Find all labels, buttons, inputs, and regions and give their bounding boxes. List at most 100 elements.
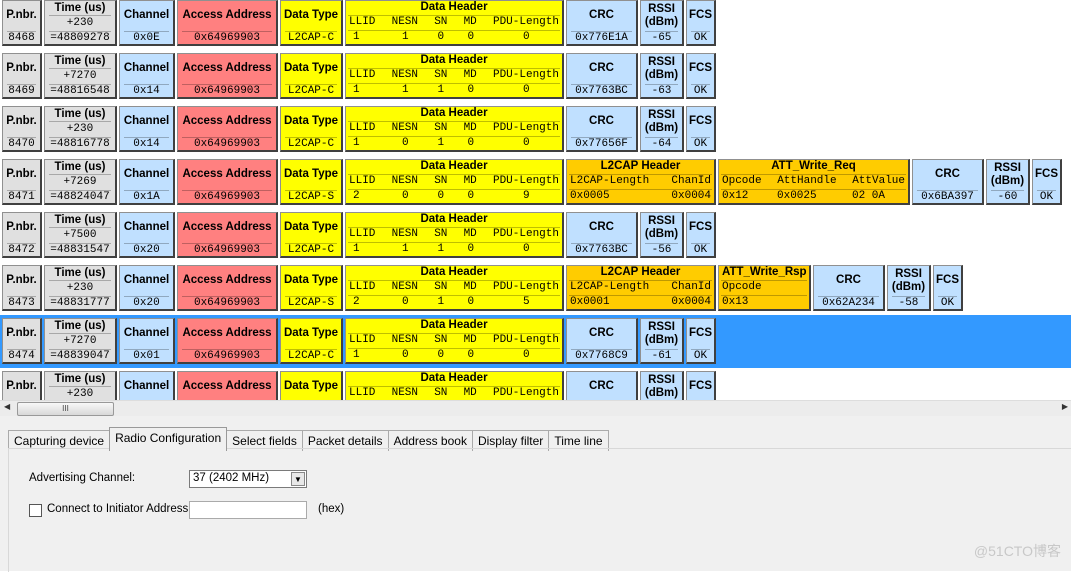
time-cell[interactable]: Time (us) +230 =48831777: [44, 265, 117, 311]
data-type-cell[interactable]: Data Type L2CAP-C: [280, 212, 343, 258]
crc-cell[interactable]: CRC 0x776E1A: [566, 0, 638, 46]
rssi-cell[interactable]: RSSI (dBm) -56: [640, 212, 684, 258]
data-type-cell[interactable]: Data Type L2CAP-C: [280, 318, 343, 364]
horizontal-scrollbar[interactable]: ◀ III ▶: [0, 400, 1071, 416]
initiator-address-input[interactable]: [189, 501, 307, 519]
data-header-cell[interactable]: Data Header LLID NESN SN MD PDU-Length 1 1 0 0 0: [345, 0, 564, 46]
fcs-cell[interactable]: FCS: [686, 371, 716, 400]
packet-row[interactable]: P.nbr. 8472 Time (us) +7500 =48831547 Channel…: [0, 209, 1071, 262]
data-type-cell[interactable]: Data Type L2CAP-S: [280, 159, 343, 205]
packet-row[interactable]: P.nbr. Time (us) +230 Channel Access Address…: [0, 368, 1071, 400]
tab-radio-configuration[interactable]: Radio Configuration: [109, 427, 228, 451]
fcs-cell[interactable]: FCS OK: [686, 212, 716, 258]
packet-number-cell[interactable]: P.nbr. 8468: [2, 0, 42, 46]
rssi-cell[interactable]: RSSI (dBm): [640, 371, 684, 400]
time-cell[interactable]: Time (us) +230 =48809278: [44, 0, 117, 46]
packet-row[interactable]: P.nbr. 8473 Time (us) +230 =48831777 Channel 0…: [0, 262, 1071, 315]
packet-row[interactable]: P.nbr. 8469 Time (us) +7270 =48816548 Channel…: [0, 50, 1071, 103]
crc-cell[interactable]: CRC 0x7768C9: [566, 318, 638, 364]
att-write-rsp-cell[interactable]: ATT_Write_Rsp Opcode 0x13: [718, 265, 811, 311]
data-header-cell[interactable]: Data Header LLID NESN SN MD PDU-Length 1 0 1 0 0: [345, 106, 564, 152]
connect-initiator-checkbox[interactable]: [29, 504, 42, 517]
data-header-cell[interactable]: Data Header LLID NESN SN MD PDU-Length 1 0 0 0 0: [345, 318, 564, 364]
fcs-cell[interactable]: FCS OK: [933, 265, 963, 311]
crc-cell[interactable]: CRC: [566, 371, 638, 400]
access-address-cell[interactable]: Access Address 0x64969903: [177, 212, 278, 258]
packet-number-cell[interactable]: P.nbr. 8474: [2, 318, 42, 364]
data-type-cell[interactable]: Data Type: [280, 371, 343, 400]
time-cell[interactable]: Time (us) +7270 =48839047: [44, 318, 117, 364]
channel-cell[interactable]: Channel: [119, 371, 175, 400]
packet-row[interactable]: P.nbr. 8474 Time (us) +7270 =48839047 Channel…: [0, 315, 1071, 368]
packet-number-cell-value: 8470: [8, 138, 35, 150]
access-address-cell[interactable]: Access Address 0x64969903: [177, 53, 278, 99]
row-inner: P.nbr. Time (us) +230 Channel Access Address…: [0, 371, 1071, 400]
rssi-cell[interactable]: RSSI (dBm) -58: [887, 265, 931, 311]
scroll-left-icon[interactable]: ◀: [4, 402, 10, 411]
l2cap-header-cell[interactable]: L2CAP Header L2CAP-Length ChanId 0x0001 0x00…: [566, 265, 716, 311]
data-header-cell[interactable]: Data Header LLID NESN SN MD PDU-Length 1 1 1 0 0: [345, 212, 564, 258]
channel-cell[interactable]: Channel 0x20: [119, 212, 175, 258]
crc-cell[interactable]: CRC 0x7763BC: [566, 53, 638, 99]
channel-cell-value: 0x0E: [133, 32, 160, 44]
fcs-cell[interactable]: FCS OK: [1032, 159, 1062, 205]
channel-cell[interactable]: Channel 0x20: [119, 265, 175, 311]
packet-number-cell[interactable]: P.nbr. 8471: [2, 159, 42, 205]
packet-number-cell[interactable]: P.nbr.: [2, 371, 42, 400]
scroll-right-icon[interactable]: ▶: [1062, 402, 1068, 411]
access-address-cell[interactable]: Access Address: [177, 371, 278, 400]
fcs-cell[interactable]: FCS OK: [686, 318, 716, 364]
packet-number-cell[interactable]: P.nbr. 8472: [2, 212, 42, 258]
packet-number-cell[interactable]: P.nbr. 8473: [2, 265, 42, 311]
att-write-req-cell[interactable]: ATT_Write_Req Opcode AttHandle AttValue 0x12…: [718, 159, 910, 205]
packet-row[interactable]: P.nbr. 8468 Time (us) +230 =48809278 Channel 0…: [0, 0, 1071, 50]
fcs-cell[interactable]: FCS OK: [686, 0, 716, 46]
scrollbar-thumb[interactable]: III: [17, 402, 114, 416]
data-type-cell[interactable]: Data Type L2CAP-C: [280, 106, 343, 152]
channel-cell[interactable]: Channel 0x14: [119, 106, 175, 152]
access-address-cell[interactable]: Access Address 0x64969903: [177, 265, 278, 311]
data-header-cell[interactable]: Data Header LLID NESN SN MD PDU-Length 1 1 1 0 0: [345, 53, 564, 99]
packet-number-cell[interactable]: P.nbr. 8469: [2, 53, 42, 99]
packet-row[interactable]: P.nbr. 8471 Time (us) +7269 =48824047 Channel…: [0, 156, 1071, 209]
time-cell[interactable]: Time (us) +7270 =48816548: [44, 53, 117, 99]
time-cell[interactable]: Time (us) +7269 =48824047: [44, 159, 117, 205]
data-type-cell[interactable]: Data Type L2CAP-C: [280, 0, 343, 46]
crc-cell[interactable]: CRC 0x6BA397: [912, 159, 984, 205]
rssi-cell[interactable]: RSSI (dBm) -65: [640, 0, 684, 46]
data-header-cell-columns: LLID NESN SN MD PDU-Length: [349, 175, 559, 187]
rssi-cell[interactable]: RSSI (dBm) -61: [640, 318, 684, 364]
data-header-cell[interactable]: Data Header LLID NESN SN MD PDU-Length 2 0 1 0 5: [345, 265, 564, 311]
access-address-cell[interactable]: Access Address 0x64969903: [177, 318, 278, 364]
separator: [49, 15, 111, 16]
rssi-cell[interactable]: RSSI (dBm) -63: [640, 53, 684, 99]
crc-cell[interactable]: CRC 0x7763BC: [566, 212, 638, 258]
data-type-cell[interactable]: Data Type L2CAP-C: [280, 53, 343, 99]
crc-cell[interactable]: CRC 0x77656F: [566, 106, 638, 152]
access-address-cell[interactable]: Access Address 0x64969903: [177, 106, 278, 152]
advertising-channel-select[interactable]: 37 (2402 MHz) ▼: [189, 470, 307, 488]
fcs-cell[interactable]: FCS OK: [686, 53, 716, 99]
rssi-cell[interactable]: RSSI (dBm) -64: [640, 106, 684, 152]
channel-cell[interactable]: Channel 0x01: [119, 318, 175, 364]
time-cell[interactable]: Time (us) +230: [44, 371, 117, 400]
rssi-cell-value: -61: [651, 350, 672, 362]
data-header-cell[interactable]: Data Header LLID NESN SN MD PDU-Length 2 0 0 0 9: [345, 159, 564, 205]
channel-cell[interactable]: Channel 0x1A: [119, 159, 175, 205]
data-type-cell[interactable]: Data Type L2CAP-S: [280, 265, 343, 311]
channel-cell[interactable]: Channel 0x14: [119, 53, 175, 99]
access-address-cell[interactable]: Access Address 0x64969903: [177, 0, 278, 46]
access-address-cell[interactable]: Access Address 0x64969903: [177, 159, 278, 205]
channel-cell[interactable]: Channel 0x0E: [119, 0, 175, 46]
packet-list[interactable]: P.nbr. 8468 Time (us) +230 =48809278 Channel 0…: [0, 0, 1071, 400]
rssi-cell[interactable]: RSSI (dBm) -60: [986, 159, 1030, 205]
l2cap-header-cell[interactable]: L2CAP Header L2CAP-Length ChanId 0x0005 0x00…: [566, 159, 716, 205]
packet-row[interactable]: P.nbr. 8470 Time (us) +230 =48816778 Channel 0…: [0, 103, 1071, 156]
time-cell[interactable]: Time (us) +7500 =48831547: [44, 212, 117, 258]
chevron-down-icon[interactable]: ▼: [291, 472, 305, 486]
packet-number-cell[interactable]: P.nbr. 8470: [2, 106, 42, 152]
time-cell[interactable]: Time (us) +230 =48816778: [44, 106, 117, 152]
crc-cell[interactable]: CRC 0x62A234: [813, 265, 885, 311]
fcs-cell[interactable]: FCS OK: [686, 106, 716, 152]
data-header-cell[interactable]: Data Header LLID NESN SN MD PDU-Length: [345, 371, 564, 400]
